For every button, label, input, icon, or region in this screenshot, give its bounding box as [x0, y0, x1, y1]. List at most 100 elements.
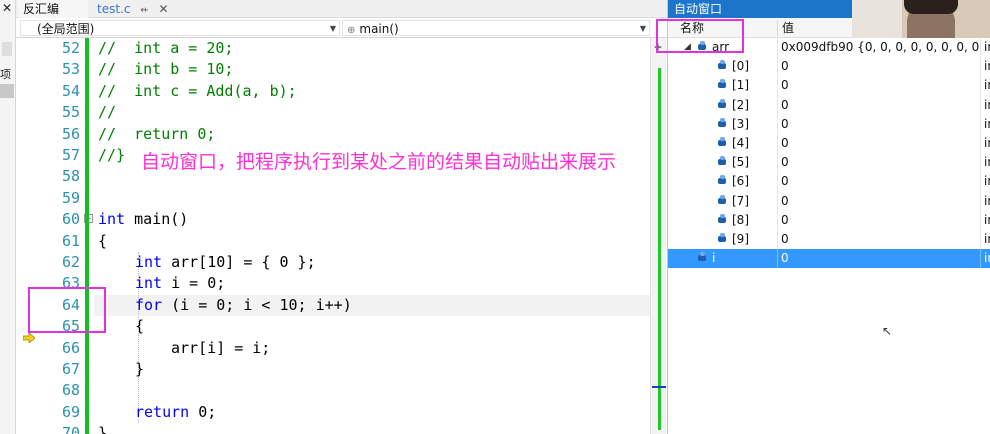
- var-type: in: [984, 212, 990, 227]
- presenter-hair: [904, 0, 958, 14]
- code-line: for (i = 0; i < 10; i++): [135, 295, 352, 316]
- annotation-text: 自动窗口，把程序执行到某处之前的结果自动贴出来展示: [141, 151, 617, 173]
- column-divider: [980, 230, 981, 250]
- line-number: 60: [61, 210, 80, 229]
- variable-icon: [718, 156, 726, 166]
- autos-grid[interactable]: ◢ arr 0x009dfb90 {0, 0, 0, 0, 0, 0, 0, 0…: [668, 38, 990, 434]
- line-number: 55: [61, 103, 80, 122]
- line-number: 62: [61, 253, 80, 271]
- var-value[interactable]: 0: [781, 134, 979, 153]
- column-divider: [777, 210, 778, 230]
- var-name: [0]: [732, 59, 749, 74]
- var-type: in: [984, 40, 990, 54]
- code-line: {: [135, 317, 145, 336]
- tab-label: 反汇编: [23, 2, 60, 16]
- column-divider: [777, 172, 778, 192]
- column-divider[interactable]: [777, 20, 778, 36]
- column-divider: [980, 95, 981, 115]
- code-line: }: [135, 360, 145, 378]
- tab-test-c[interactable]: test.c ⇷ ✕: [92, 0, 180, 18]
- autos-row[interactable]: [5] 0 in: [668, 153, 990, 173]
- code-editor: 反汇编 test.c ⇷ ✕ (全局范围) ▼ ⊕ main() ▼ 52 53 …: [16, 0, 667, 434]
- var-type: in: [984, 232, 990, 246]
- autos-row[interactable]: [7] 0 in: [668, 191, 990, 211]
- column-header-value[interactable]: 值: [782, 18, 794, 38]
- autos-row[interactable]: [4] 0 in: [668, 134, 990, 154]
- change-tracking-bar: [85, 38, 89, 434]
- autos-row[interactable]: [0] 0 in: [668, 57, 990, 77]
- var-value[interactable]: 0: [781, 230, 979, 249]
- autos-row[interactable]: [9] 0 in: [668, 230, 990, 250]
- pin-icon[interactable]: ⇷: [140, 5, 148, 16]
- var-name: [7]: [732, 193, 749, 208]
- var-value[interactable]: 0: [781, 211, 979, 230]
- autos-row[interactable]: ◢ arr 0x009dfb90 {0, 0, 0, 0, 0, 0, 0, 0…: [668, 38, 990, 58]
- function-icon: ⊕: [347, 25, 356, 36]
- line-number: 58: [61, 167, 80, 186]
- var-value[interactable]: 0x009dfb90 {0, 0, 0, 0, 0, 0, 0, 0, 0, (: [781, 38, 979, 57]
- var-value[interactable]: 0: [781, 192, 979, 211]
- scroll-position-marker: [652, 386, 666, 388]
- variable-icon: [718, 213, 726, 223]
- column-divider: [980, 57, 981, 77]
- close-icon[interactable]: ✕: [2, 1, 12, 15]
- tree-item[interactable]: [0, 84, 14, 98]
- var-name: [3]: [732, 116, 749, 131]
- var-value[interactable]: 0: [781, 96, 979, 115]
- autos-row[interactable]: [1] 0 in: [668, 76, 990, 96]
- column-divider: [777, 230, 778, 250]
- line-number: 66: [61, 338, 80, 357]
- chevron-down-icon: ▼: [639, 24, 646, 33]
- var-value[interactable]: 0: [781, 115, 979, 134]
- line-number-gutter[interactable]: 52 53 54 55 56 57 58 59 60 61 62 63 64 6…: [16, 38, 82, 434]
- function-value: main(): [359, 22, 399, 36]
- line-number: 67: [61, 360, 80, 378]
- keyword: int: [135, 274, 163, 293]
- function-dropdown[interactable]: ⊕ main() ▼: [342, 20, 650, 36]
- var-type: in: [984, 78, 990, 93]
- var-value[interactable]: 0: [781, 153, 979, 172]
- var-name: i: [712, 251, 716, 266]
- var-name: [2]: [732, 97, 749, 112]
- var-type: in: [984, 116, 990, 131]
- autos-row[interactable]: [8] 0 in: [668, 210, 990, 230]
- var-value[interactable]: 0: [781, 76, 979, 95]
- expand-arrow-icon[interactable]: ◢: [684, 38, 691, 57]
- scope-dropdown[interactable]: (全局范围) ▼: [20, 20, 340, 36]
- code-text: arr[10] = { 0 };: [162, 253, 316, 271]
- presenter-webcam: [852, 0, 990, 38]
- autos-window: 自动窗口 名称 值 ◢ arr 0x009dfb90 {0, 0, 0, 0, …: [656, 0, 990, 434]
- variable-icon: [718, 79, 726, 89]
- code-area[interactable]: // int a = 20; // int b = 10; // int c =…: [94, 38, 650, 434]
- vertical-scrollbar[interactable]: +: [650, 38, 667, 434]
- code-text: 0;: [189, 402, 217, 421]
- autos-row-selected[interactable]: i 0 in: [668, 249, 990, 269]
- close-icon[interactable]: ✕: [159, 2, 169, 16]
- scope-value: (全局范围): [37, 22, 95, 36]
- var-name: [4]: [732, 136, 749, 150]
- autos-row[interactable]: [3] 0 in: [668, 114, 990, 134]
- column-divider: [980, 76, 981, 96]
- var-value[interactable]: 0: [781, 57, 979, 76]
- line-number: 68: [61, 381, 80, 400]
- column-divider: [777, 38, 778, 58]
- autos-row[interactable]: [2] 0 in: [668, 95, 990, 115]
- column-divider: [980, 153, 981, 173]
- solution-explorer-edge: ✕ 项目: [0, 0, 16, 434]
- autos-row[interactable]: [6] 0 in: [668, 172, 990, 192]
- column-divider: [980, 210, 981, 230]
- tab-disassembly[interactable]: 反汇编: [18, 0, 88, 18]
- variable-icon: [718, 117, 726, 127]
- var-value[interactable]: 0: [781, 249, 979, 268]
- code-text: main(): [125, 210, 189, 229]
- keyword: for: [135, 295, 163, 314]
- variable-icon: [718, 233, 726, 242]
- column-divider: [980, 172, 981, 192]
- var-type: in: [984, 136, 990, 150]
- line-number: 56: [61, 124, 80, 143]
- code-text: i = 0;: [162, 274, 226, 293]
- var-value[interactable]: 0: [781, 172, 979, 191]
- toolbar-icon[interactable]: [2, 42, 12, 56]
- code-line: int i = 0;: [135, 273, 225, 294]
- code-line: // return 0;: [98, 124, 216, 143]
